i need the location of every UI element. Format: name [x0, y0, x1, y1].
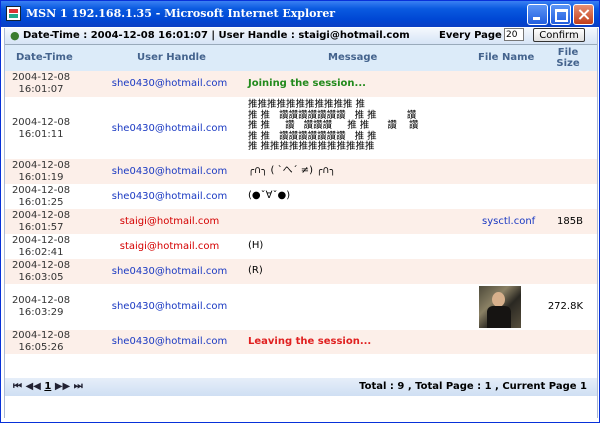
first-page-icon[interactable]: ⏮: [13, 381, 22, 392]
table-row: 2004-12-08 16:05:26 she0430@hotmail.com L…: [5, 330, 597, 354]
table-row: 2004-12-08 16:01:57 staigi@hotmail.com sy…: [5, 209, 597, 234]
image-thumbnail[interactable]: [479, 286, 521, 328]
row-user-handle[interactable]: staigi@hotmail.com: [87, 216, 252, 227]
row-date-time: 2004-12-08 16:01:57: [11, 210, 71, 233]
file-link[interactable]: sysctl.conf: [482, 216, 535, 227]
row-message: (●ˇ∀ˇ●): [248, 190, 291, 201]
session-header: ● Date-Time : 2004-12-08 16:01:07 | User…: [5, 28, 597, 45]
table-row: 2004-12-08 16:01:25 she0430@hotmail.com (…: [5, 184, 597, 209]
row-date-time: 2004-12-08 16:01:11: [11, 117, 71, 140]
browser-window: MSN 1 192.168.1.35 - Microsoft Internet …: [0, 0, 600, 423]
row-user-handle[interactable]: staigi@hotmail.com: [87, 241, 252, 252]
pagination-bar: ⏮ ◀◀ 1 ▶▶ ⏭ Total : 9 , Total Page : 1 ,…: [5, 378, 597, 396]
column-file-name: File Name: [478, 52, 535, 63]
row-date-time: 2004-12-08 16:05:26: [11, 330, 71, 353]
minimize-button[interactable]: [527, 4, 548, 25]
row-message: (H): [248, 240, 264, 251]
column-file-size: File Size: [556, 47, 580, 69]
table-row: 2004-12-08 16:01:19 she0430@hotmail.com ╭…: [5, 159, 597, 184]
row-date-time: 2004-12-08 16:03:05: [11, 260, 71, 283]
every-page-input[interactable]: [504, 28, 524, 41]
page-link[interactable]: 1: [44, 381, 51, 392]
maximize-button[interactable]: [550, 4, 571, 25]
row-user-handle[interactable]: she0430@hotmail.com: [87, 191, 252, 202]
row-message: Leaving the session...: [248, 336, 372, 347]
pagination-summary: Total : 9 , Total Page : 1 , Current Pag…: [359, 381, 587, 392]
row-user-handle[interactable]: she0430@hotmail.com: [87, 123, 252, 134]
row-date-time: 2004-12-08 16:01:19: [11, 160, 71, 183]
table-row: 2004-12-08 16:01:11 she0430@hotmail.com 推…: [5, 97, 597, 159]
prev-page-icon[interactable]: ◀◀: [25, 381, 40, 392]
every-page-label: Every Page :: [439, 30, 510, 41]
message-table: 2004-12-08 16:01:07 she0430@hotmail.com J…: [5, 71, 597, 354]
table-row: 2004-12-08 16:02:41 staigi@hotmail.com (H…: [5, 234, 597, 259]
msn-app-icon: [6, 6, 21, 21]
column-header-row: Date-Time User Handle Message File Name …: [5, 45, 597, 71]
next-page-icon[interactable]: ▶▶: [55, 381, 70, 392]
confirm-button[interactable]: Confirm: [533, 28, 585, 42]
row-file-size: 185B: [557, 216, 583, 227]
row-date-time: 2004-12-08 16:01:07: [11, 72, 71, 95]
pagination-nav: ⏮ ◀◀ 1 ▶▶ ⏭: [13, 381, 83, 392]
row-date-time: 2004-12-08 16:03:29: [11, 295, 71, 318]
row-date-time: 2004-12-08 16:02:41: [11, 235, 71, 258]
table-row: 2004-12-08 16:03:29 she0430@hotmail.com 2…: [5, 284, 597, 330]
session-info: Date-Time : 2004-12-08 16:01:07 | User H…: [23, 30, 410, 41]
table-row: 2004-12-08 16:03:05 she0430@hotmail.com (…: [5, 259, 597, 284]
row-date-time: 2004-12-08 16:01:25: [11, 185, 71, 208]
title-bar[interactable]: MSN 1 192.168.1.35 - Microsoft Internet …: [1, 1, 599, 27]
row-message: ╭∩╮ ( `へ´ ≠) ╭∩╮: [248, 165, 336, 176]
window-title: MSN 1 192.168.1.35 - Microsoft Internet …: [26, 7, 336, 20]
row-file-size: 272.8K: [547, 301, 583, 312]
row-message: (R): [248, 265, 263, 276]
user-icon: ●: [10, 29, 20, 42]
row-user-handle[interactable]: she0430@hotmail.com: [87, 166, 252, 177]
column-user-handle: User Handle: [137, 52, 206, 63]
table-row: 2004-12-08 16:01:07 she0430@hotmail.com J…: [5, 71, 597, 97]
column-date-time: Date-Time: [16, 52, 73, 63]
row-user-handle[interactable]: she0430@hotmail.com: [87, 301, 252, 312]
last-page-icon[interactable]: ⏭: [74, 381, 83, 392]
row-message: 推推推推推推推推推推推 推 推 推 讚讚讚讚讚讚讚 推 推 讚 推 推 讚 讚讚…: [248, 99, 419, 152]
page-content: ● Date-Time : 2004-12-08 16:01:07 | User…: [4, 28, 598, 418]
row-user-handle[interactable]: she0430@hotmail.com: [87, 266, 252, 277]
row-message: Joining the session...: [248, 78, 366, 89]
row-user-handle[interactable]: she0430@hotmail.com: [87, 336, 252, 347]
row-user-handle[interactable]: she0430@hotmail.com: [87, 78, 252, 89]
close-button[interactable]: [573, 4, 594, 25]
column-message: Message: [328, 52, 378, 63]
